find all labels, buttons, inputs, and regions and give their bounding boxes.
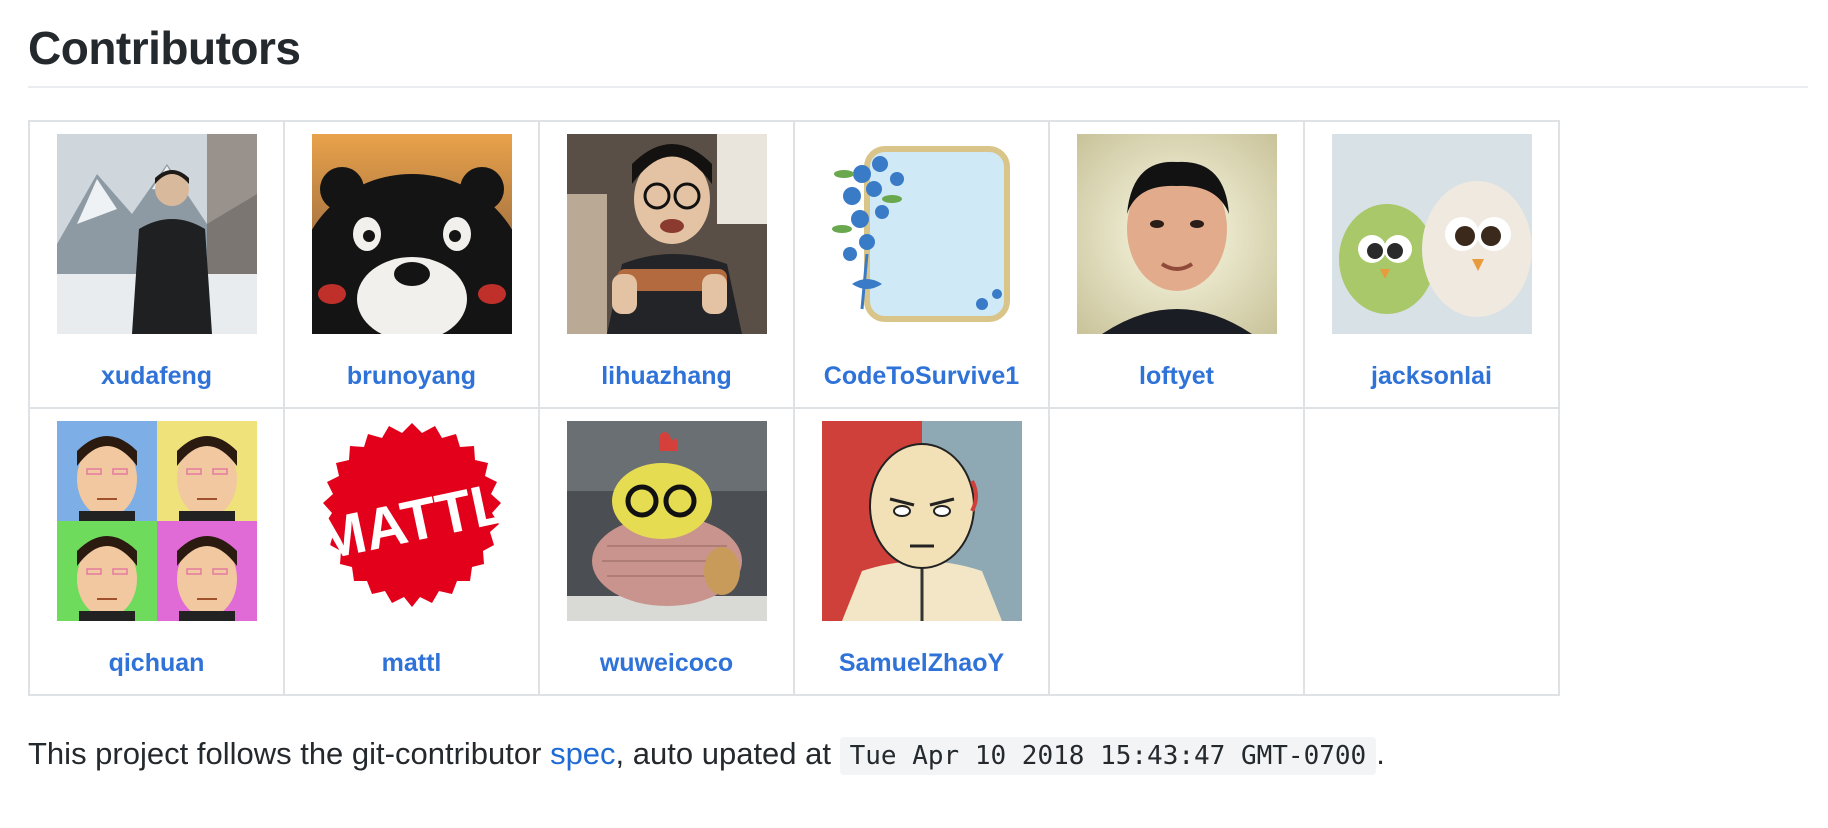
avatar-brunoyang[interactable] [311,134,512,334]
contributor-card-mattl: MATTL mattl [285,409,540,696]
empty-cell [1050,409,1305,696]
contributor-name-link[interactable]: qichuan [109,649,205,678]
contributor-name-link[interactable]: jacksonlai [1371,362,1492,391]
contributors-page: Contributors xudafeng brunoyang lihuazha… [0,0,1828,828]
page-title: Contributors [28,22,301,74]
footer-text: This project follows the git-contributor… [28,734,1800,776]
updated-timestamp: Tue Apr 10 2018 15:43:47 GMT-0700 [839,737,1377,775]
avatar-samuelzhaoy[interactable] [821,421,1022,621]
avatar-codetosurvive1[interactable] [821,134,1022,334]
contributors-grid: xudafeng brunoyang lihuazhang CodeToSurv… [28,120,1560,696]
avatar-loftyet[interactable] [1076,134,1277,334]
contributor-card-qichuan: qichuan [30,409,285,696]
contributor-card-xudafeng: xudafeng [30,122,285,409]
avatar-lihuazhang[interactable] [566,134,767,334]
avatar-xudafeng[interactable] [56,134,257,334]
contributor-name-link[interactable]: SamuelZhaoY [839,649,1004,678]
contributor-name-link[interactable]: wuweicoco [600,649,733,678]
avatar-mattl[interactable]: MATTL [311,421,512,621]
contributor-card-lihuazhang: lihuazhang [540,122,795,409]
contributor-card-codetosurvive1: CodeToSurvive1 [795,122,1050,409]
avatar-jacksonlai[interactable] [1331,134,1532,334]
contributor-name-link[interactable]: CodeToSurvive1 [824,362,1019,391]
contributor-name-link[interactable]: xudafeng [101,362,212,391]
contributor-card-brunoyang: brunoyang [285,122,540,409]
contributor-name-link[interactable]: brunoyang [347,362,476,391]
contributor-card-loftyet: loftyet [1050,122,1305,409]
contributor-name-link[interactable]: mattl [382,649,442,678]
contributor-card-wuweicoco: wuweicoco [540,409,795,696]
footer-middle: , auto upated at [615,736,840,771]
contributor-card-jacksonlai: jacksonlai [1305,122,1560,409]
footer-prefix: This project follows the git-contributor [28,736,551,771]
footer-suffix: . [1376,736,1385,771]
heading-divider [28,86,1808,88]
spec-link[interactable]: spec [550,736,615,771]
avatar-qichuan[interactable] [56,421,257,621]
contributor-name-link[interactable]: loftyet [1139,362,1214,391]
contributor-name-link[interactable]: lihuazhang [601,362,732,391]
avatar-wuweicoco[interactable] [566,421,767,621]
empty-cell [1305,409,1560,696]
contributor-card-samuelzhaoy: SamuelZhaoY [795,409,1050,696]
